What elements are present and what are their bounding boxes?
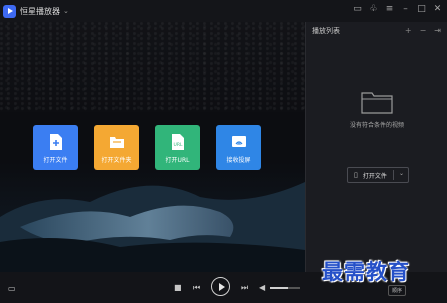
link-icon: URL [171, 134, 184, 150]
menu-icon[interactable]: ≡ [384, 4, 395, 15]
maximize-icon[interactable]: □ [416, 4, 427, 15]
volume-icon[interactable]: ◀ [259, 283, 265, 292]
open-url-label: 打开URL [165, 157, 190, 164]
previous-icon[interactable]: ⏮ [193, 283, 200, 293]
skin-icon[interactable]: ♧ [368, 4, 379, 15]
play-icon [218, 282, 225, 291]
starfield-background [0, 22, 305, 112]
remove-icon[interactable]: − [420, 26, 427, 35]
next-icon[interactable]: ⏭ [241, 283, 248, 293]
volume-slider[interactable] [270, 287, 300, 289]
playlist-open-file-button[interactable]: ▯ 打开文件 ⌄ [347, 167, 409, 183]
file-icon: ▯ [354, 171, 358, 179]
file-plus-icon [49, 134, 62, 150]
open-folder-button[interactable]: 打开文件夹 [94, 125, 139, 170]
open-folder-label: 打开文件夹 [101, 157, 132, 164]
playlist-panel: 播放列表 + − ⇥ 没有符合条件的视频 ▯ 打开文件 ⌄ [305, 22, 447, 272]
chevron-down-icon[interactable]: ⌄ [63, 7, 69, 15]
title-bar: 恒星播放器 ⌄ ▭ ♧ ≡ – □ ✕ [0, 0, 447, 22]
landscape-background [0, 162, 305, 272]
stop-icon[interactable]: ■ [174, 283, 182, 292]
feedback-icon[interactable]: ▭ [352, 4, 363, 15]
playlist-open-file-label: 打开文件 [362, 172, 387, 180]
open-url-button[interactable]: URL 打开URL [155, 125, 200, 170]
empty-playlist-text: 没有符合条件的视频 [349, 122, 404, 129]
watermark-text: 最需教育 [322, 259, 410, 284]
video-area[interactable]: 打开文件 打开文件夹 URL 打开URL 接收投屏 [0, 22, 305, 272]
playlist-title: 播放列表 [312, 26, 340, 35]
dropdown-arrow-icon[interactable]: ⌄ [399, 170, 404, 177]
collapse-icon[interactable]: ⇥ [434, 26, 441, 35]
empty-folder-icon [361, 92, 393, 114]
receive-cast-label: 接收投屏 [226, 157, 251, 164]
close-icon[interactable]: ✕ [432, 4, 443, 15]
cast-icon [231, 136, 246, 147]
minimize-icon[interactable]: – [400, 4, 411, 15]
play-mode-button[interactable]: 顺序 [388, 285, 407, 296]
open-file-button[interactable]: 打开文件 [33, 125, 78, 170]
open-file-label: 打开文件 [43, 157, 68, 164]
receive-cast-button[interactable]: 接收投屏 [216, 125, 261, 170]
folder-open-icon [109, 137, 124, 148]
svg-text:URL: URL [173, 142, 182, 148]
screenshot-icon[interactable]: ▭ [8, 284, 16, 293]
play-button[interactable] [211, 277, 230, 296]
add-icon[interactable]: + [405, 26, 412, 35]
app-title[interactable]: 恒星播放器 [20, 6, 60, 17]
app-logo-icon [3, 4, 16, 18]
